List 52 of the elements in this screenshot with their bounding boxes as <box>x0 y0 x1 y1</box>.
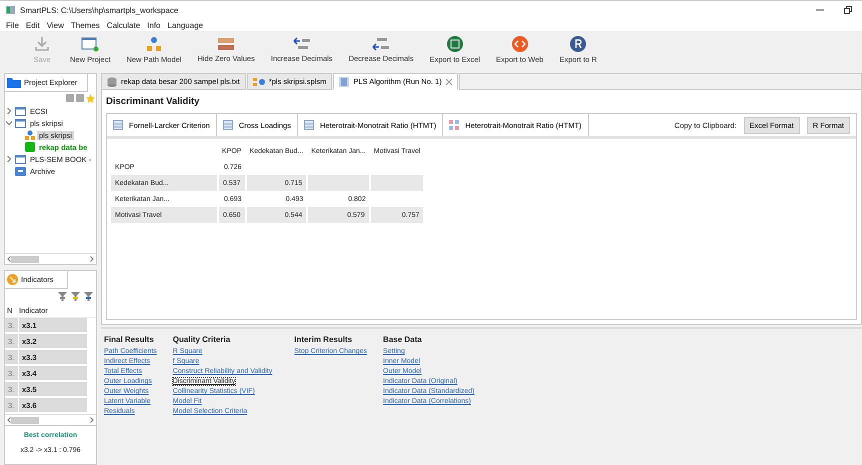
model-icon <box>146 36 162 52</box>
window-icon <box>81 36 100 52</box>
folder-icon <box>15 118 26 128</box>
decimals-arrow-icon <box>372 37 390 51</box>
window-title: SmartPLS: C:\Users\hp\smartpls_workspace <box>20 6 178 14</box>
scrollbar-thumb[interactable] <box>11 416 39 424</box>
table-icon <box>222 120 233 130</box>
table-icon <box>304 120 314 130</box>
group-heading: Interim Results <box>294 335 354 344</box>
decimals-arrow-icon <box>292 37 311 51</box>
menu-item[interactable]: Edit <box>26 20 40 30</box>
archive-icon <box>15 166 26 176</box>
download-icon <box>34 36 50 52</box>
menu-item[interactable]: Language <box>168 20 204 30</box>
folder-icon <box>15 154 26 164</box>
model-icon <box>252 76 265 86</box>
menu-item[interactable]: Calculate <box>106 20 140 30</box>
scroll-left-icon[interactable] <box>7 417 11 423</box>
restore-icon[interactable] <box>844 6 852 14</box>
model-icon <box>25 130 35 140</box>
folder-icon <box>7 77 21 88</box>
folder-icon <box>15 106 26 116</box>
indicator-icon <box>7 274 18 285</box>
group-heading: Base Data <box>383 335 423 344</box>
filter-icon[interactable] <box>84 292 93 301</box>
menu-item[interactable]: Info <box>147 20 160 30</box>
scroll-right-icon[interactable] <box>90 256 94 262</box>
group-heading: Final Results <box>104 335 155 344</box>
r-language-icon <box>570 36 586 52</box>
menu-item[interactable]: Themes <box>70 20 100 30</box>
collapse-icon[interactable] <box>6 120 12 126</box>
code-icon <box>512 36 528 52</box>
scrollbar-thumb[interactable] <box>11 256 39 262</box>
filter-icon[interactable] <box>58 292 67 301</box>
menu-item[interactable]: View <box>46 20 64 30</box>
scroll-left-icon[interactable] <box>7 256 11 262</box>
star-icon[interactable] <box>86 94 95 103</box>
filter-icon[interactable] <box>71 292 80 301</box>
close-icon[interactable] <box>446 78 452 84</box>
app-icon <box>6 6 15 14</box>
spreadsheet-icon <box>446 36 463 52</box>
scroll-right-icon[interactable] <box>90 417 94 423</box>
menu-item[interactable]: File <box>6 20 19 30</box>
heatmap-icon <box>449 120 460 130</box>
group-heading: Quality Criteria <box>172 335 232 344</box>
section-title: Discriminant Validity <box>106 96 200 107</box>
expand-icon[interactable] <box>6 108 12 114</box>
database-icon <box>107 76 117 86</box>
table-icon <box>113 120 123 130</box>
expand-icon[interactable] <box>6 156 12 162</box>
table-icon <box>339 76 350 86</box>
database-icon <box>25 142 35 152</box>
